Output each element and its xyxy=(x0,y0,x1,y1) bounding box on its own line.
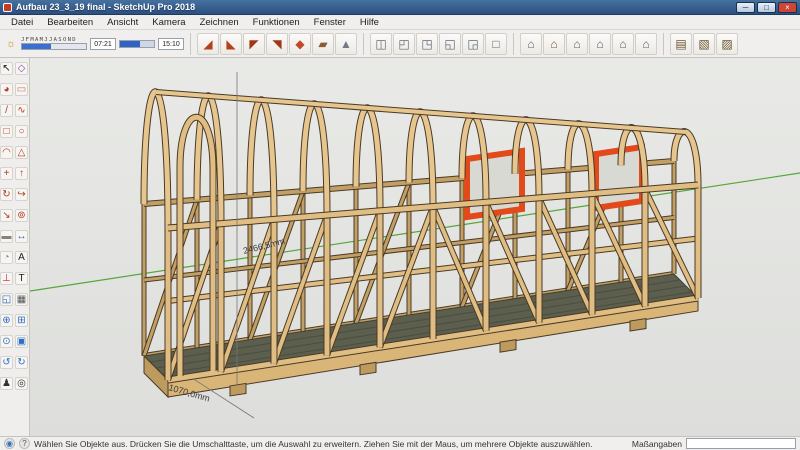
zoom-tool-icon[interactable]: ⊙ xyxy=(0,335,13,348)
dimension-tool-icon[interactable]: ↔ xyxy=(15,230,28,243)
menu-zeichnen[interactable]: Zeichnen xyxy=(193,15,246,30)
3d-text-tool-icon[interactable]: T xyxy=(15,272,28,285)
view-top-icon[interactable]: ⌂ xyxy=(543,33,565,55)
rotate-tool-icon[interactable]: ↻ xyxy=(0,188,13,201)
window-titlebar: Aufbau 23_3_19 final - SketchUp Pro 2018… xyxy=(0,0,800,15)
window-title: Aufbau 23_3_19 final - SketchUp Pro 2018 xyxy=(16,2,732,12)
view-back-icon[interactable]: ⌂ xyxy=(612,33,634,55)
shadow-date-slider[interactable]: JFMAMJJASOND xyxy=(21,37,87,50)
measurements-input[interactable] xyxy=(686,438,796,449)
geolocation-icon[interactable]: ◉ xyxy=(4,438,15,449)
walk-tool-icon[interactable]: ♟ xyxy=(0,377,13,390)
roof-tool-7-icon[interactable]: ▲ xyxy=(335,33,357,55)
face-style-xray-icon[interactable]: ◫ xyxy=(370,33,392,55)
face-style-wireframe-icon[interactable]: ◰ xyxy=(393,33,415,55)
status-bar: ◉ ? Wählen Sie Objekte aus. Drücken Sie … xyxy=(0,436,800,450)
roof-tool-3-icon[interactable]: ◤ xyxy=(243,33,265,55)
menu-kamera[interactable]: Kamera xyxy=(145,15,192,30)
menu-hilfe[interactable]: Hilfe xyxy=(353,15,386,30)
circle-tool-icon[interactable]: ○ xyxy=(15,125,28,138)
model-3d xyxy=(30,72,800,418)
menu-funktionen[interactable]: Funktionen xyxy=(246,15,307,30)
standard-views-toolbar-group: ⌂⌂⌂⌂⌂⌂ xyxy=(520,33,657,55)
toolbar-separator xyxy=(513,33,514,55)
move-tool-icon[interactable]: + xyxy=(0,167,13,180)
view-front-icon[interactable]: ⌂ xyxy=(566,33,588,55)
pan-tool-icon[interactable]: ⊞ xyxy=(15,314,28,327)
plugin-tool-2-icon[interactable]: ▧ xyxy=(693,33,715,55)
shadow-time-slider[interactable] xyxy=(119,40,155,48)
polygon-tool-icon[interactable]: △ xyxy=(15,146,28,159)
sketchup-logo-icon xyxy=(3,3,12,12)
framing-toolbar-group: ◢◣◤◥◆▰▲ xyxy=(197,33,357,55)
plugin-tool-3-icon[interactable]: ▨ xyxy=(716,33,738,55)
shadow-date-value[interactable]: 15:10 xyxy=(158,38,184,50)
face-style-toolbar-group: ◫◰◳◱◲□ xyxy=(370,33,507,55)
minimize-button[interactable]: ─ xyxy=(736,2,755,13)
protractor-tool-icon[interactable]: ◔ xyxy=(0,251,13,264)
close-button[interactable]: × xyxy=(778,2,797,13)
tape-measure-icon[interactable]: ▬ xyxy=(0,230,13,243)
next-view-icon[interactable]: ↻ xyxy=(15,356,28,369)
plugin-toolbar-group: ▤▧▨ xyxy=(670,33,738,55)
view-left-icon[interactable]: ⌂ xyxy=(635,33,657,55)
rectangle-tool-icon[interactable]: □ xyxy=(0,125,13,138)
section-fill-icon[interactable]: ▦ xyxy=(15,293,28,306)
face-style-mono-icon[interactable]: □ xyxy=(485,33,507,55)
help-icon[interactable]: ? xyxy=(19,438,30,449)
measurements-label: Maßangaben xyxy=(632,439,682,449)
roof-tool-5-icon[interactable]: ◆ xyxy=(289,33,311,55)
menu-bearbeiten[interactable]: Bearbeiten xyxy=(40,15,100,30)
shadow-time-value[interactable]: 07:21 xyxy=(90,38,116,50)
eraser-tool-icon[interactable]: ▭ xyxy=(15,83,28,96)
follow-me-tool-icon[interactable]: ↪ xyxy=(15,188,28,201)
roof-tool-4-icon[interactable]: ◥ xyxy=(266,33,288,55)
arc-tool-icon[interactable]: ◠ xyxy=(0,146,13,159)
shadow-date-track[interactable] xyxy=(21,43,87,50)
plugin-tool-1-icon[interactable]: ▤ xyxy=(670,33,692,55)
roof-tool-1-icon[interactable]: ◢ xyxy=(197,33,219,55)
toolbar-separator xyxy=(190,33,191,55)
menu-fenster[interactable]: Fenster xyxy=(307,15,353,30)
viewport-canvas[interactable]: 2466,5mm 1070,0mm xyxy=(30,58,800,436)
section-plane-icon[interactable]: ◱ xyxy=(0,293,13,306)
window-controls: ─□× xyxy=(736,2,797,13)
paint-bucket-icon[interactable]: ◕ xyxy=(0,83,13,96)
make-component-icon[interactable]: ◇ xyxy=(15,62,28,75)
menu-datei[interactable]: Datei xyxy=(4,15,40,30)
zoom-extents-icon[interactable]: ▣ xyxy=(15,335,28,348)
maximize-button[interactable]: □ xyxy=(757,2,776,13)
sketchup-window: Aufbau 23_3_19 final - SketchUp Pro 2018… xyxy=(0,0,800,450)
face-style-textured-icon[interactable]: ◲ xyxy=(462,33,484,55)
face-style-shaded-icon[interactable]: ◱ xyxy=(439,33,461,55)
status-hint: Wählen Sie Objekte aus. Drücken Sie die … xyxy=(34,439,628,449)
menu-ansicht[interactable]: Ansicht xyxy=(100,15,145,30)
tool-palette: ↖◇◕▭/∿□○◠△+↑↻↪↘⊚▬↔◔A⊥T◱▦⊕⊞⊙▣↺↻♟◎ xyxy=(0,58,30,436)
select-tool-icon[interactable]: ↖ xyxy=(0,62,13,75)
scale-tool-icon[interactable]: ↘ xyxy=(0,209,13,222)
previous-view-icon[interactable]: ↺ xyxy=(0,356,13,369)
offset-tool-icon[interactable]: ⊚ xyxy=(15,209,28,222)
roof-tool-6-icon[interactable]: ▰ xyxy=(312,33,334,55)
axes-tool-icon[interactable]: ⊥ xyxy=(0,272,13,285)
shadow-toggle-icon[interactable]: ☼ xyxy=(4,38,18,50)
view-iso-icon[interactable]: ⌂ xyxy=(520,33,542,55)
toolbar-separator xyxy=(663,33,664,55)
view-right-icon[interactable]: ⌂ xyxy=(589,33,611,55)
push-pull-tool-icon[interactable]: ↑ xyxy=(15,167,28,180)
main-toolbar: ☼ JFMAMJJASOND 07:21 15:10 ◢◣◤◥◆▰▲ ◫◰◳◱◲… xyxy=(0,30,800,58)
toolbar-separator xyxy=(363,33,364,55)
look-around-tool-icon[interactable]: ◎ xyxy=(15,377,28,390)
menu-bar: DateiBearbeitenAnsichtKameraZeichnenFunk… xyxy=(0,15,800,30)
line-tool-icon[interactable]: / xyxy=(0,104,13,117)
text-tool-icon[interactable]: A xyxy=(15,251,28,264)
freehand-tool-icon[interactable]: ∿ xyxy=(15,104,28,117)
orbit-tool-icon[interactable]: ⊕ xyxy=(0,314,13,327)
face-style-hiddenline-icon[interactable]: ◳ xyxy=(416,33,438,55)
model-svg: 2466,5mm 1070,0mm xyxy=(30,58,800,436)
roof-tool-2-icon[interactable]: ◣ xyxy=(220,33,242,55)
shadow-toolbar: ☼ JFMAMJJASOND 07:21 15:10 xyxy=(4,37,184,50)
